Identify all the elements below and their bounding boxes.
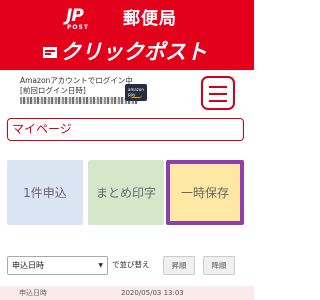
masked-account-id — [20, 97, 138, 104]
hamburger-menu-icon — [209, 86, 227, 88]
single-application-tile[interactable]: 1件申込 — [7, 160, 83, 225]
hamburger-line — [209, 93, 227, 95]
header-banner: JP POST 郵便局 クリックポスト — [0, 0, 254, 70]
ascending-button[interactable]: 昇順 — [163, 256, 195, 275]
hamburger-menu-button[interactable] — [201, 76, 235, 110]
table-row: 申込日時 2020/05/03 13:03 — [0, 286, 254, 300]
sort-field-value: 申込日時 — [12, 261, 44, 270]
brand-name: 郵便局 — [123, 9, 177, 29]
logo-mark: JP — [66, 6, 84, 26]
parcel-icon — [43, 47, 57, 58]
amazon-pay-badge: amazon pay — [125, 84, 147, 101]
bulk-print-tile[interactable]: まとめ印字 — [88, 160, 164, 225]
row-label: 申込日時 — [19, 289, 47, 297]
service-logo: クリックポスト — [42, 40, 232, 64]
temporary-save-tile[interactable]: 一時保存 — [166, 160, 244, 225]
row-value: 2020/05/03 13:03 — [121, 289, 184, 297]
mypage-heading[interactable]: マイページ — [7, 118, 244, 141]
sort-field-select[interactable]: 申込日時 ▼ — [7, 256, 108, 275]
hamburger-line — [209, 100, 227, 102]
descending-button[interactable]: 降順 — [203, 256, 235, 275]
sort-label: で並び替え — [112, 260, 150, 269]
amazon-pay-text: amazon pay — [128, 87, 144, 97]
service-name: クリックポスト — [60, 40, 207, 64]
logo-sub: POST — [67, 24, 89, 31]
chevron-down-icon: ▼ — [98, 262, 103, 269]
japan-post-logo: JP POST — [66, 6, 116, 32]
